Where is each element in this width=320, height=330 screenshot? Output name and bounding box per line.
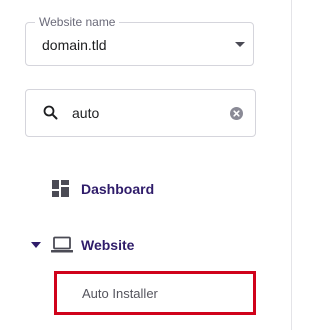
search-input[interactable] — [72, 102, 212, 124]
search-box — [25, 89, 256, 137]
search-icon — [43, 105, 58, 120]
website-select-label: Website name — [35, 14, 120, 30]
sidebar-subitem-label: Auto Installer — [82, 286, 158, 301]
dashboard-icon — [52, 180, 69, 197]
sidebar-divider — [291, 0, 292, 330]
sidebar-subitem-auto-installer[interactable]: Auto Installer — [54, 271, 256, 315]
clear-search-icon[interactable] — [230, 107, 243, 120]
website-select-value: domain.tld — [42, 37, 107, 53]
sidebar-item-website-label: Website — [81, 237, 135, 253]
website-select[interactable]: Website name domain.tld — [25, 14, 254, 66]
expand-caret-icon[interactable] — [31, 242, 41, 248]
sidebar-item-dashboard-label: Dashboard — [81, 181, 155, 197]
laptop-icon — [51, 236, 73, 253]
caret-down-icon — [235, 42, 245, 47]
